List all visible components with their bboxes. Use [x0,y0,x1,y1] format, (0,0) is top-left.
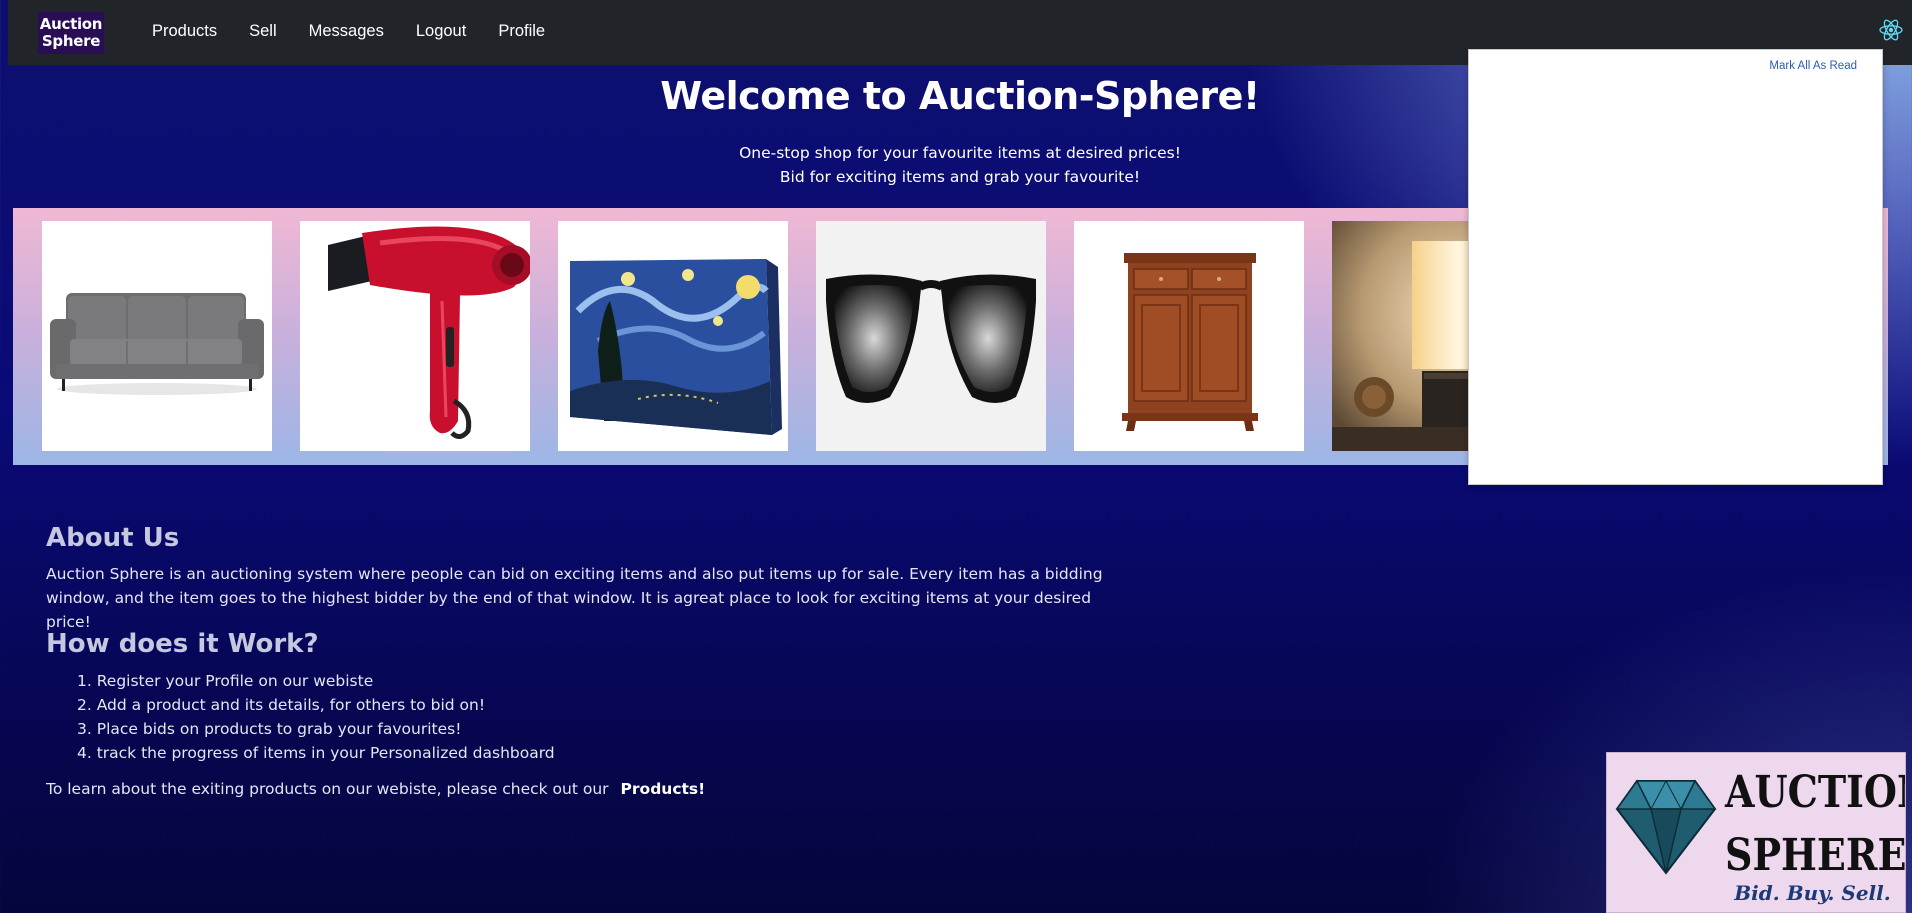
products-cta: To learn about the exiting products on o… [46,780,705,798]
nav-link-logout[interactable]: Logout [416,22,466,41]
hair-dryer-image [300,221,530,451]
nav-links: Products Sell Messages Logout Profile [152,22,577,41]
step-item: 1. Register your Profile on our webiste [77,672,374,690]
step-item: 2. Add a product and its details, for ot… [77,696,486,714]
carousel-item-sunglasses[interactable] [816,221,1046,451]
how-steps-list: 1. Register your Profile on our webiste … [77,669,555,765]
diamond-icon [1615,779,1717,875]
notification-panel: Mark All As Read [1468,49,1883,485]
painting-image [558,221,788,451]
cabinet-image [1074,221,1304,451]
notification-react-icon[interactable] [1878,17,1904,43]
brand-line1: Auction [39,15,103,33]
carousel-item-sofa[interactable] [42,221,272,451]
brand-logo[interactable]: Auction Sphere [38,12,104,54]
nav-link-profile[interactable]: Profile [498,22,545,41]
sunglasses-image [816,221,1046,451]
logo-tagline: Bid. Buy. Sell. [1734,881,1891,905]
nav-link-messages[interactable]: Messages [309,22,384,41]
nav-link-sell[interactable]: Sell [249,22,277,41]
carousel-item-hair-dryer[interactable] [300,221,530,451]
step-item: 4. track the progress of items in your P… [77,744,555,762]
carousel-item-cabinet[interactable] [1074,221,1304,451]
logo-word-auction: AUCTION [1725,765,1905,818]
sofa-image [42,221,272,451]
about-text: Auction Sphere is an auctioning system w… [46,565,1103,631]
how-heading: How does it Work? [46,629,319,659]
cta-text: To learn about the exiting products on o… [46,780,609,798]
nav-link-products[interactable]: Products [152,22,217,41]
brand-line2: Sphere [41,32,101,50]
logo-word-sphere: SPHERE [1725,828,1906,881]
about-heading: About Us [46,523,180,553]
cta-products-link[interactable]: Products! [621,780,706,798]
mark-all-read-link[interactable]: Mark All As Read [1769,60,1857,72]
carousel-item-painting[interactable] [558,221,788,451]
auction-sphere-logo: AUCTION SPHERE Bid. Buy. Sell. [1606,752,1906,913]
step-item: 3. Place bids on products to grab your f… [77,720,462,738]
